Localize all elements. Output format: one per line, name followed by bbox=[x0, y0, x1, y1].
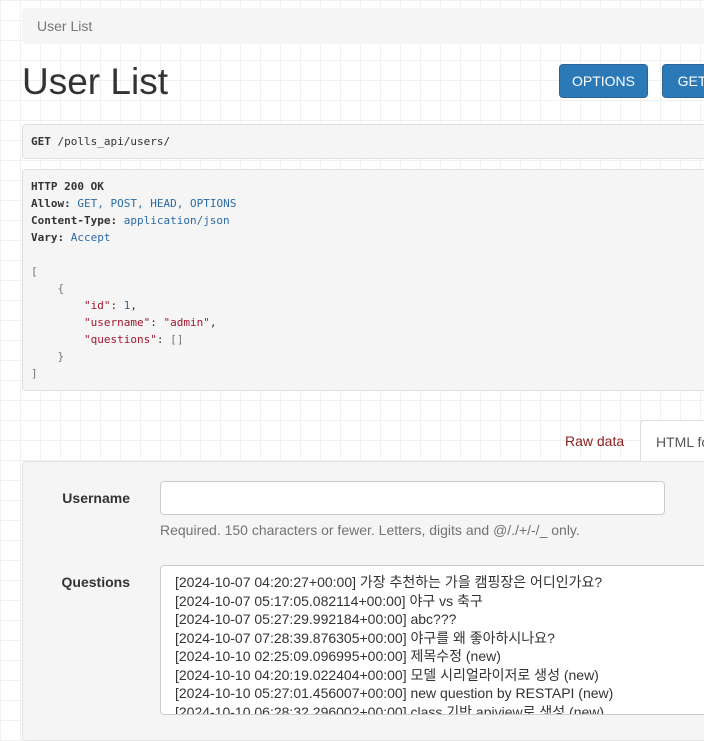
options-button[interactable]: OPTIONS bbox=[559, 64, 648, 98]
request-method: GET bbox=[31, 135, 51, 148]
header-name: Content-Type: bbox=[31, 214, 118, 227]
tab-html-form[interactable]: HTML form bbox=[640, 420, 704, 462]
username-input[interactable] bbox=[160, 481, 665, 515]
question-option[interactable]: [2024-10-10 06:28:32.296002+00:00] class… bbox=[175, 703, 704, 715]
question-option[interactable]: [2024-10-10 02:25:09.096995+00:00] 제목수정 … bbox=[175, 647, 704, 666]
request-info: GET /polls_api/users/ bbox=[22, 124, 704, 159]
username-help-text: Required. 150 characters or fewer. Lette… bbox=[160, 522, 580, 538]
json-value: [] bbox=[170, 333, 184, 346]
question-option[interactable]: [2024-10-10 04:20:19.022404+00:00] 모델 시리… bbox=[175, 666, 704, 685]
breadcrumb: User List bbox=[22, 8, 704, 44]
header-name: Allow: bbox=[31, 197, 71, 210]
json-key: "username" bbox=[83, 316, 151, 329]
get-button[interactable]: GET bbox=[662, 64, 704, 98]
question-option[interactable]: [2024-10-07 05:27:29.992184+00:00] abc??… bbox=[175, 610, 704, 629]
questions-label: Questions bbox=[61, 574, 130, 590]
header-value: Accept bbox=[70, 231, 111, 244]
json-value: "admin" bbox=[163, 316, 210, 329]
json-open-bracket: [ bbox=[31, 265, 38, 278]
content-tabs: Raw data HTML form bbox=[0, 420, 704, 462]
header-value: application/json bbox=[123, 214, 230, 227]
breadcrumb-item-user-list[interactable]: User List bbox=[37, 18, 92, 34]
json-open-brace: { bbox=[57, 282, 65, 295]
header-value: GET, POST, HEAD, OPTIONS bbox=[77, 197, 237, 210]
question-option[interactable]: [2024-10-07 05:17:05.082114+00:00] 야구 vs… bbox=[175, 592, 704, 611]
response-status: HTTP 200 OK bbox=[31, 180, 104, 193]
tab-raw-data[interactable]: Raw data bbox=[553, 420, 636, 462]
json-value: 1 bbox=[123, 299, 131, 312]
questions-multiselect[interactable]: [2024-10-07 04:20:27+00:00] 가장 추천하는 가을 캠… bbox=[160, 565, 704, 715]
page-title: User List bbox=[22, 61, 168, 102]
json-close-bracket: ] bbox=[31, 367, 38, 380]
header-name: Vary: bbox=[31, 231, 65, 244]
response-info: HTTP 200 OK Allow: GET, POST, HEAD, OPTI… bbox=[22, 169, 704, 391]
question-option[interactable]: [2024-10-07 07:28:39.876305+00:00] 야구를 왜… bbox=[175, 629, 704, 648]
question-option[interactable]: [2024-10-07 04:20:27+00:00] 가장 추천하는 가을 캠… bbox=[175, 573, 704, 592]
json-key: "id" bbox=[83, 299, 111, 312]
json-key: "questions" bbox=[83, 333, 157, 346]
json-close-brace: } bbox=[57, 350, 65, 363]
request-path: /polls_api/users/ bbox=[57, 135, 171, 148]
question-option[interactable]: [2024-10-10 05:27:01.456007+00:00] new q… bbox=[175, 684, 704, 703]
username-label: Username bbox=[62, 490, 130, 506]
